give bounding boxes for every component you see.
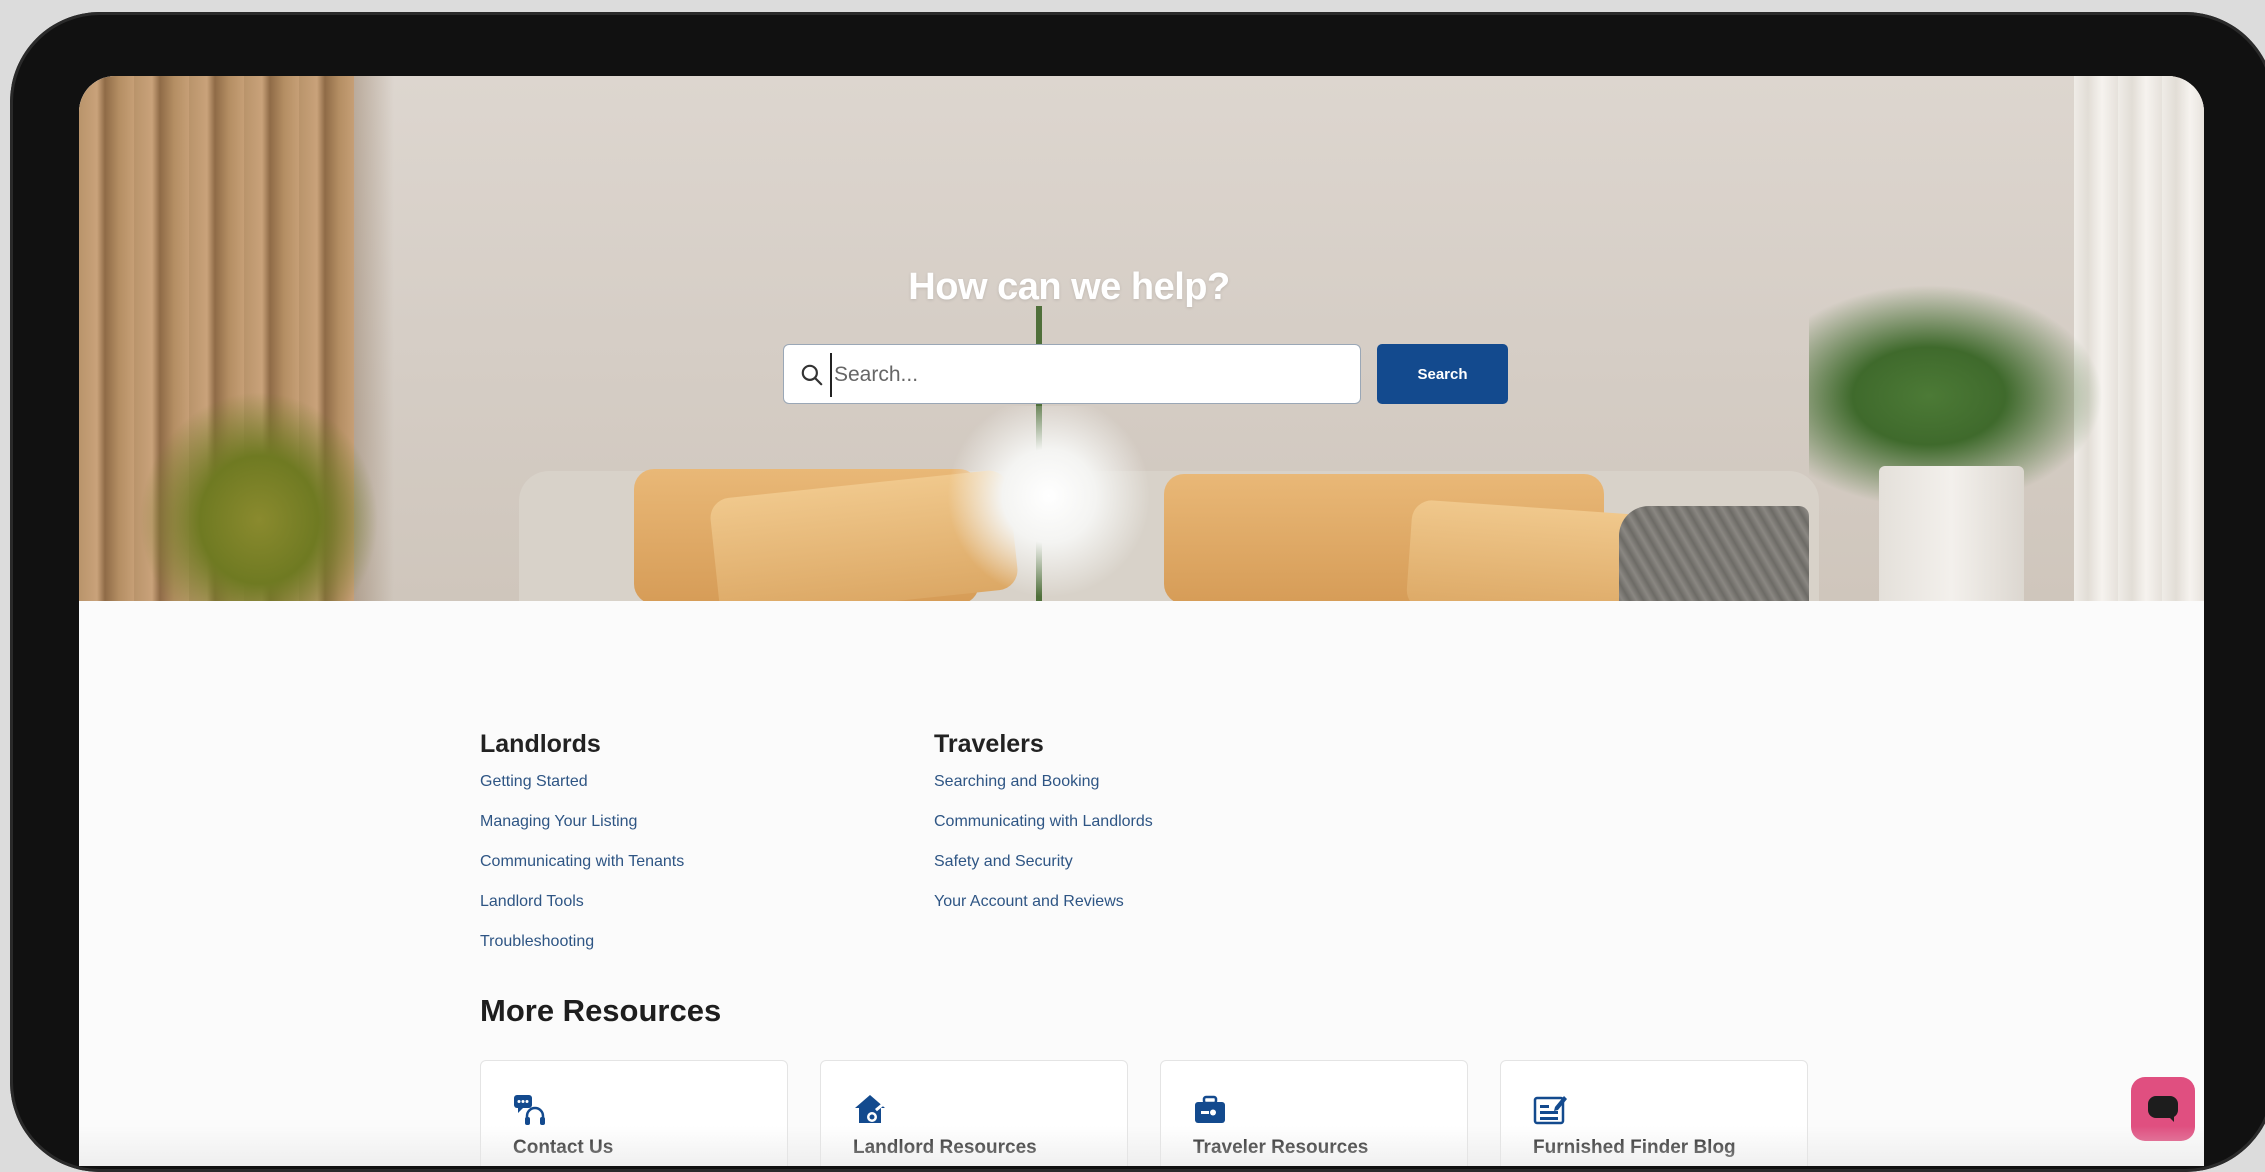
more-resources-heading: More Resources bbox=[480, 993, 722, 1028]
travelers-heading: Travelers bbox=[934, 730, 1044, 758]
search-icon bbox=[801, 364, 823, 386]
house-key-icon bbox=[855, 1095, 885, 1123]
link-managing-listing[interactable]: Managing Your Listing bbox=[480, 813, 684, 853]
card-label: Furnished Finder Blog bbox=[1533, 1137, 1736, 1158]
browser-screen: How can we help? Search Landlords Gettin… bbox=[79, 76, 2204, 1166]
device-frame: How can we help? Search Landlords Gettin… bbox=[10, 12, 2265, 1172]
chat-button[interactable] bbox=[2131, 1077, 2195, 1141]
link-troubleshooting[interactable]: Troubleshooting bbox=[480, 933, 684, 973]
link-safety-security[interactable]: Safety and Security bbox=[934, 853, 1153, 893]
headset-chat-icon bbox=[514, 1095, 545, 1125]
chat-icon bbox=[2148, 1096, 2178, 1122]
lily-flowers bbox=[939, 406, 1159, 601]
link-searching-booking[interactable]: Searching and Booking bbox=[934, 773, 1153, 813]
hero-banner: How can we help? Search bbox=[79, 76, 2204, 601]
hero-title: How can we help? bbox=[908, 266, 1230, 308]
card-label: Traveler Resources bbox=[1193, 1137, 1369, 1158]
link-communicating-tenants[interactable]: Communicating with Tenants bbox=[480, 853, 684, 893]
blog-edit-icon bbox=[1533, 1096, 1567, 1125]
link-getting-started[interactable]: Getting Started bbox=[480, 773, 684, 813]
link-communicating-landlords[interactable]: Communicating with Landlords bbox=[934, 813, 1153, 853]
card-blog[interactable]: Furnished Finder Blog bbox=[1500, 1060, 1808, 1166]
travelers-section: Travelers Searching and Booking Communic… bbox=[934, 730, 1153, 933]
card-traveler-resources[interactable]: Traveler Resources bbox=[1160, 1060, 1468, 1166]
card-landlord-resources[interactable]: Landlord Resources bbox=[820, 1060, 1128, 1166]
card-contact-us[interactable]: Contact Us bbox=[480, 1060, 788, 1166]
search-button[interactable]: Search bbox=[1377, 344, 1508, 404]
card-label: Landlord Resources bbox=[853, 1137, 1037, 1158]
plant-left bbox=[139, 391, 379, 601]
card-label: Contact Us bbox=[513, 1137, 614, 1158]
plant-pot bbox=[1879, 466, 2024, 601]
link-account-reviews[interactable]: Your Account and Reviews bbox=[934, 893, 1153, 933]
link-landlord-tools[interactable]: Landlord Tools bbox=[480, 893, 684, 933]
search-field[interactable] bbox=[783, 344, 1361, 404]
search-input[interactable] bbox=[830, 353, 1346, 397]
landlords-section: Landlords Getting Started Managing Your … bbox=[480, 730, 684, 973]
briefcase-icon bbox=[1195, 1095, 1225, 1123]
landlords-heading: Landlords bbox=[480, 730, 601, 758]
